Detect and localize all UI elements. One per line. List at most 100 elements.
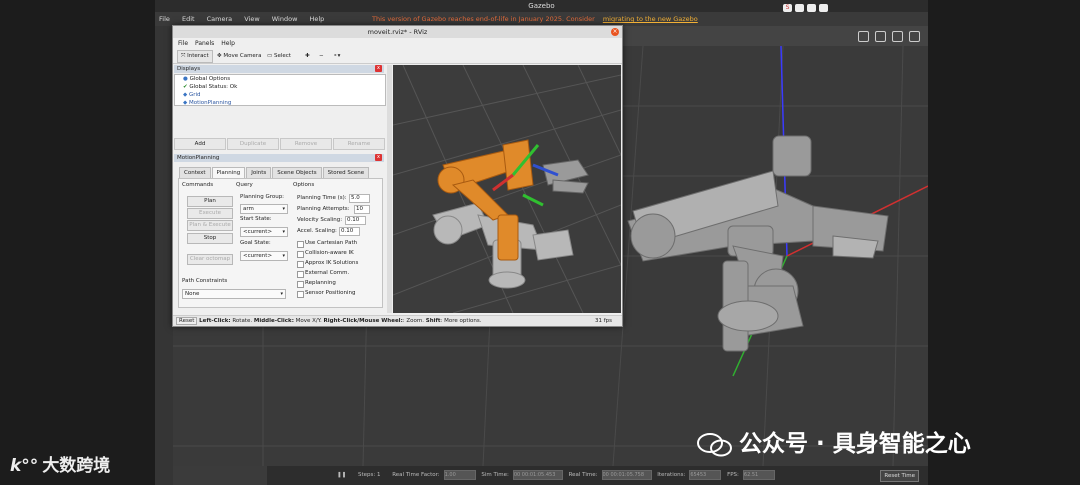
watermark-left: k°° 大数跨境 bbox=[10, 456, 111, 476]
accel-scaling-label: Accel. Scaling: bbox=[297, 228, 337, 234]
close-icon[interactable]: x bbox=[375, 154, 382, 161]
select-tool-button[interactable]: ▭ Select bbox=[263, 50, 295, 63]
menu-edit[interactable]: Edit bbox=[182, 15, 195, 23]
tree-item[interactable]: ◆ Grid bbox=[175, 91, 385, 99]
real-time-field: 00 00:01:05.758 bbox=[601, 469, 652, 480]
move-camera-button[interactable]: ✥ Move Camera bbox=[213, 50, 265, 63]
approx-ik-checkbox[interactable]: Approx IK Solutions bbox=[297, 260, 358, 268]
pause-icon[interactable]: ❚❚ bbox=[337, 472, 346, 478]
replanning-checkbox[interactable]: Replanning bbox=[297, 280, 336, 288]
motionplanning-panel-header: MotionPlanning x bbox=[174, 154, 384, 162]
rviz-scene bbox=[393, 65, 621, 313]
plan-button[interactable]: Plan bbox=[187, 196, 233, 207]
reset-time-button[interactable]: Reset Time bbox=[880, 470, 919, 482]
rviz-menu-file[interactable]: File bbox=[178, 40, 188, 47]
dropdown-tool-icon[interactable]: ⚬▾ bbox=[329, 50, 344, 63]
sim-time-field: 00 00:01:05.453 bbox=[512, 469, 563, 480]
duplicate-display-button[interactable]: Duplicate bbox=[227, 138, 279, 150]
tree-item[interactable]: ● Global Options bbox=[175, 75, 385, 83]
menu-view[interactable]: View bbox=[244, 15, 259, 23]
planning-group-label: Planning Group: bbox=[240, 194, 285, 200]
eol-notice: This version of Gazebo reaches end-of-li… bbox=[372, 15, 698, 23]
goal-state-label: Goal State: bbox=[240, 240, 271, 246]
cartesian-path-checkbox[interactable]: Use Cartesian Path bbox=[297, 240, 357, 248]
rtf-field: 1.00 bbox=[443, 469, 476, 480]
plot-icon[interactable] bbox=[892, 31, 903, 42]
displays-panel-header: Displays x bbox=[174, 65, 384, 73]
reset-view-button[interactable]: Reset bbox=[176, 317, 198, 325]
ime-icon[interactable]: S bbox=[783, 4, 792, 12]
gazebo-robot-arm bbox=[627, 135, 889, 352]
planning-group-select[interactable]: arm bbox=[240, 204, 288, 214]
gazebo-left-panel bbox=[155, 26, 173, 485]
tree-item[interactable]: ✔ Global Status: Ok bbox=[175, 83, 385, 91]
planning-tab-body: Commands Plan Execute Plan & Execute Sto… bbox=[178, 178, 383, 308]
external-comm-checkbox[interactable]: External Comm. bbox=[297, 270, 349, 278]
watermark-right: 公众号 · 具身智能之心 bbox=[697, 424, 971, 458]
add-display-button[interactable]: Add bbox=[174, 138, 226, 150]
tab-stored-scene[interactable]: Stored Scene bbox=[322, 167, 370, 178]
plan-execute-button[interactable]: Plan & Execute bbox=[187, 220, 233, 231]
goal-state-select[interactable]: <current> bbox=[240, 251, 288, 261]
path-constraints-select[interactable]: None bbox=[182, 289, 286, 299]
rviz-window: moveit.rviz* - RViz × File Panels Help ⤧… bbox=[172, 25, 623, 327]
tab-context[interactable]: Context bbox=[179, 167, 211, 178]
planning-time-input[interactable]: 5.0 bbox=[349, 194, 370, 203]
stop-button[interactable]: Stop bbox=[187, 233, 233, 244]
rviz-status-bar: Reset Left-Click: Rotate. Middle-Click: … bbox=[173, 315, 622, 326]
collision-aware-ik-checkbox[interactable]: Collision-aware IK bbox=[297, 250, 354, 258]
options-label: Options bbox=[293, 182, 315, 188]
velocity-scaling-label: Velocity Scaling: bbox=[297, 217, 343, 223]
sim-time-label: Sim Time: bbox=[481, 472, 509, 478]
fps-label: FPS: bbox=[727, 472, 739, 478]
menu-camera[interactable]: Camera bbox=[207, 15, 233, 23]
rtf-label: Real Time Factor: bbox=[392, 472, 440, 478]
velocity-scaling-input[interactable]: 0.10 bbox=[345, 216, 366, 225]
tray-icon[interactable] bbox=[807, 4, 816, 12]
motionplanning-tabs: Context Planning Joints Scene Objects St… bbox=[179, 167, 370, 178]
log-icon[interactable] bbox=[875, 31, 886, 42]
tray-icon[interactable] bbox=[795, 4, 804, 12]
close-icon[interactable]: × bbox=[611, 28, 619, 36]
migrate-link[interactable]: migrating to the new Gazebo bbox=[603, 15, 698, 23]
wechat-icon bbox=[697, 432, 732, 456]
iterations-label: Iterations: bbox=[657, 472, 686, 478]
rviz-menu-help[interactable]: Help bbox=[221, 40, 235, 47]
displays-tree: ● Global Options ✔ Global Status: Ok ◆ G… bbox=[174, 74, 386, 106]
real-time-label: Real Time: bbox=[568, 472, 598, 478]
clear-octomap-button[interactable]: Clear octomap bbox=[187, 254, 233, 265]
fps-readout: 31 fps bbox=[594, 318, 612, 324]
rviz-3d-viewport[interactable] bbox=[393, 65, 621, 313]
rviz-toolbar: ⤧ Interact ✥ Move Camera ▭ Select ✚ − ⚬▾ bbox=[173, 49, 622, 64]
left-black-pillar bbox=[0, 0, 155, 485]
close-icon[interactable]: x bbox=[375, 65, 382, 72]
tab-planning[interactable]: Planning bbox=[211, 167, 246, 178]
tab-joints[interactable]: Joints bbox=[246, 167, 272, 178]
rviz-title: moveit.rviz* - RViz bbox=[173, 26, 622, 38]
tray-icon[interactable] bbox=[819, 4, 828, 12]
video-icon[interactable] bbox=[909, 31, 920, 42]
planning-attempts-input[interactable]: 10 bbox=[354, 205, 370, 214]
rviz-menu-panels[interactable]: Panels bbox=[195, 40, 214, 47]
rviz-menubar: File Panels Help bbox=[173, 38, 622, 49]
planning-attempts-label: Planning Attempts: bbox=[297, 206, 350, 212]
panel-splitter[interactable] bbox=[387, 65, 392, 313]
tab-scene-objects[interactable]: Scene Objects bbox=[272, 167, 322, 178]
execute-button[interactable]: Execute bbox=[187, 208, 233, 219]
menu-help[interactable]: Help bbox=[309, 15, 324, 23]
menu-file[interactable]: File bbox=[159, 15, 170, 23]
menu-window[interactable]: Window bbox=[272, 15, 298, 23]
interact-tool-button[interactable]: ⤧ Interact bbox=[177, 50, 213, 63]
add-tool-icon[interactable]: ✚ bbox=[301, 50, 314, 63]
remove-display-button[interactable]: Remove bbox=[280, 138, 332, 150]
tree-item[interactable]: ◆ MotionPlanning bbox=[175, 99, 385, 105]
gazebo-status-bar: ❚❚ Steps: 1 Real Time Factor: 1.00 Sim Ti… bbox=[267, 466, 928, 485]
fps-field: 62.51 bbox=[742, 469, 775, 480]
rename-display-button[interactable]: Rename bbox=[333, 138, 385, 150]
screenshot-icon[interactable] bbox=[858, 31, 869, 42]
accel-scaling-input[interactable]: 0.10 bbox=[339, 227, 360, 236]
start-state-select[interactable]: <current> bbox=[240, 227, 288, 237]
remove-tool-icon[interactable]: − bbox=[315, 50, 328, 63]
sensor-positioning-checkbox[interactable]: Sensor Positioning bbox=[297, 290, 356, 298]
query-label: Query bbox=[236, 182, 253, 188]
